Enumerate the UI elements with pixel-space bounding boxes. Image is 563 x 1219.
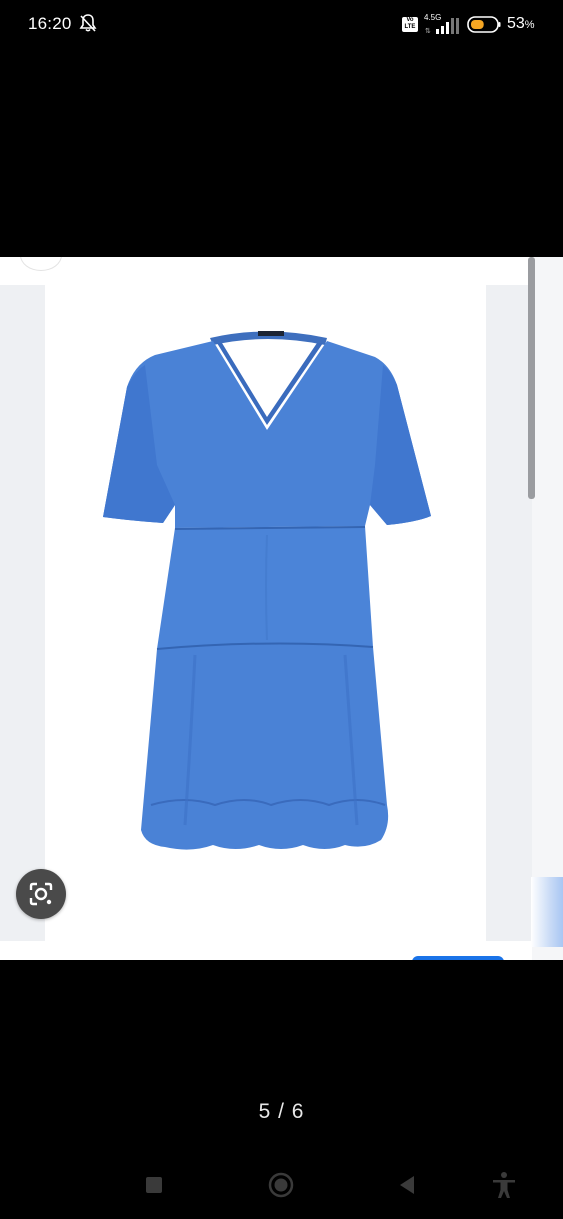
scrollbar-thumb[interactable]: [528, 257, 535, 499]
product-image-blue-dress[interactable]: [45, 285, 486, 941]
status-bar: 16:20 Vo LTE 4.5G ⇅ 53%: [0, 0, 563, 50]
circle-home-icon[interactable]: [268, 1172, 294, 1198]
edge-highlight: [531, 877, 563, 947]
square-recents-icon[interactable]: [146, 1177, 162, 1193]
triangle-back-icon[interactable]: [397, 1173, 417, 1197]
svg-text:⇅: ⇅: [425, 27, 431, 35]
battery-percent: 53%: [507, 15, 535, 33]
action-button-partial[interactable]: [412, 956, 504, 960]
viewer-top-strip: [0, 257, 563, 285]
bell-muted-icon: [79, 14, 97, 32]
image-margin-right: [486, 285, 532, 941]
lens-search-button[interactable]: [16, 869, 66, 919]
battery-value: 53: [507, 15, 525, 32]
volte-label: Vo LTE: [404, 17, 416, 30]
accessibility-person-icon[interactable]: [490, 1170, 518, 1200]
status-time: 16:20: [28, 14, 72, 33]
battery-unit: %: [524, 19, 535, 31]
scroll-track: [532, 257, 563, 960]
image-pager: 5 / 6: [258, 1100, 305, 1123]
battery-icon: [467, 16, 501, 33]
volte-icon: Vo LTE: [402, 17, 418, 32]
google-lens-icon: [29, 882, 53, 906]
signal-strength-icon: ⇅: [425, 18, 459, 35]
image-viewer[interactable]: [0, 257, 563, 960]
image-margin-left: [0, 285, 45, 941]
